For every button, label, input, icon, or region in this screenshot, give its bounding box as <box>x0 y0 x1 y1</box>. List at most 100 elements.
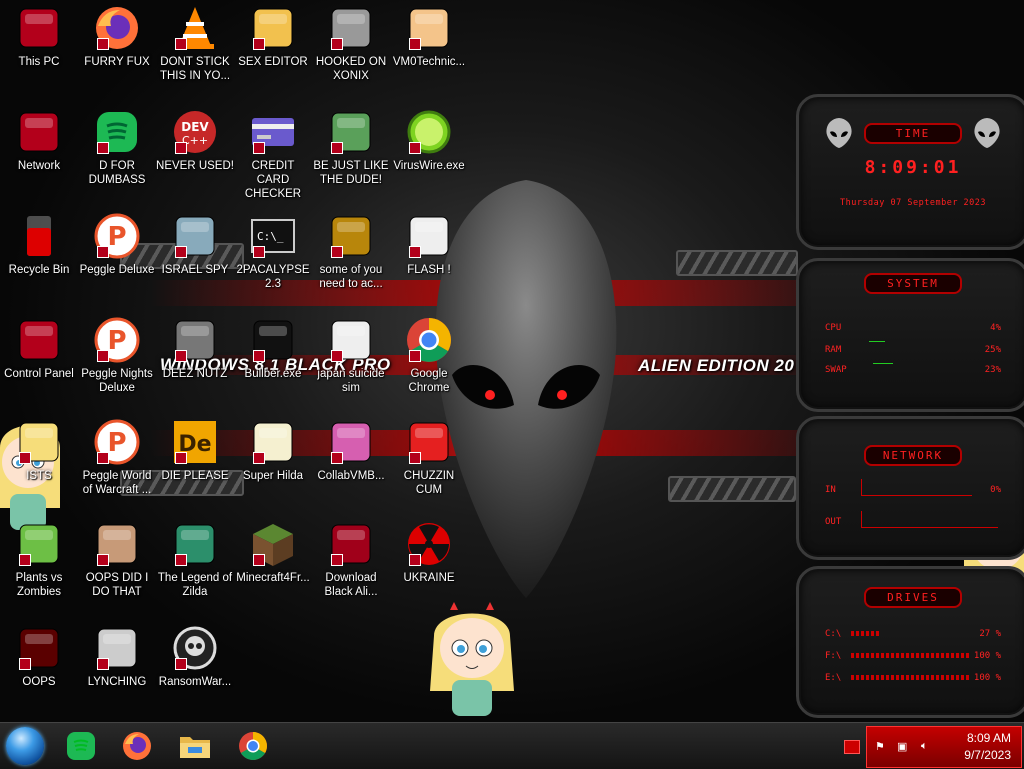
taskbar-firefox-button[interactable] <box>118 728 156 764</box>
desktop-icon[interactable]: ISTS <box>0 418 78 483</box>
desktop-icon[interactable]: CHUZZIN CUM <box>390 418 468 497</box>
desktop-icon-label: DIE PLEASE <box>161 470 229 482</box>
tray-overflow-icon[interactable] <box>844 740 860 754</box>
shortcut-arrow-icon <box>175 246 187 258</box>
shortcut-arrow-icon <box>253 350 265 362</box>
desktop-icon[interactable]: LYNCHING <box>78 624 156 689</box>
desktop-icon-label: Network <box>17 160 61 172</box>
start-orb-icon[interactable] <box>6 727 44 765</box>
desktop-icon[interactable]: P Peggle Deluxe <box>78 212 156 277</box>
desktop-icon-label: Control Panel <box>4 368 74 380</box>
desktop-icon[interactable]: RansomWar... <box>156 624 234 689</box>
network-icon[interactable]: ▣ <box>897 740 911 754</box>
chuzzle-icon <box>405 418 453 466</box>
desktop-icon[interactable]: OOPS <box>0 624 78 689</box>
volume-icon[interactable]: 🔈︎ <box>921 740 935 754</box>
hxd-editor-icon <box>249 4 297 52</box>
desktop-icon[interactable]: De DIE PLEASE <box>156 418 234 483</box>
desktop-icon[interactable]: Google Chrome <box>390 316 468 395</box>
desktop-icon[interactable]: D FOR DUMBASS <box>78 108 156 187</box>
elf-character-icon <box>327 108 375 156</box>
radiation-icon <box>405 520 453 568</box>
shortcut-arrow-icon <box>175 350 187 362</box>
widget-clock-date: Thursday 07 September 2023 <box>839 198 987 208</box>
desktop-icon[interactable]: UKRAINE <box>390 520 468 585</box>
taskbar-spotify-button[interactable] <box>62 728 100 764</box>
desktop-icon[interactable]: Control Panel <box>0 316 78 381</box>
desktop-icon[interactable]: Network <box>0 108 78 173</box>
desktop-icon[interactable]: FURRY FUX <box>78 4 156 69</box>
desktop-icon[interactable]: P Peggle World of Warcraft ... <box>78 418 156 497</box>
row-value: 4% <box>990 323 1001 333</box>
peggle-icon: P <box>93 212 141 260</box>
desktop-icon[interactable]: Minecraft4Fr... <box>234 520 312 585</box>
peggle-icon: P <box>93 316 141 364</box>
desktop-icon-label: HOOKED ON XONIX <box>315 56 387 82</box>
desktop-icon[interactable]: some of you need to ac... <box>312 212 390 291</box>
shortcut-arrow-icon <box>97 246 109 258</box>
row-value: 100 % <box>973 673 1001 683</box>
pixel-file-icon <box>327 316 375 364</box>
wallpaper-metal-bar <box>676 250 798 276</box>
desktop-icon-label: Peggle Deluxe <box>79 264 155 276</box>
desktop-icon[interactable]: VM0Technic... <box>390 4 468 69</box>
row-label: IN <box>825 485 836 495</box>
desktop-icon[interactable]: C:\_ 2PACALYPSE 2.3 <box>234 212 312 291</box>
desktop-icon[interactable]: BE JUST LIKE THE DUDE! <box>312 108 390 187</box>
desktop-icon[interactable]: FLASH ! <box>390 212 468 277</box>
network-widget-title: NETWORK <box>864 445 962 466</box>
desktop-icon-label: Minecraft4Fr... <box>236 572 310 584</box>
row-label: CPU <box>825 323 842 333</box>
desktop-icon[interactable]: Plants vs Zombies <box>0 520 78 599</box>
tray-date: 9/7/2023 <box>964 748 1011 762</box>
shortcut-arrow-icon <box>409 452 421 464</box>
shortcut-arrow-icon <box>19 554 31 566</box>
desktop-icon-label: BE JUST LIKE THE DUDE! <box>313 160 389 186</box>
time-widget: TIME 8:09:01 Thursday 07 September 2023 <box>796 94 1024 250</box>
desktop-icon[interactable]: Bullber.exe <box>234 316 312 381</box>
desktop-icon[interactable]: CREDIT CARD CHECKER <box>234 108 312 201</box>
desktop-icon-label: 2PACALYPSE 2.3 <box>236 264 310 290</box>
shortcut-arrow-icon <box>175 38 187 50</box>
desktop-icon[interactable]: Recycle Bin <box>0 212 78 277</box>
desktop-icon[interactable]: P Peggle Nights Deluxe <box>78 316 156 395</box>
desktop-icon-label: Super Hilda <box>242 470 304 482</box>
desktop-icon[interactable]: VirusWire.exe <box>390 108 468 173</box>
desktop-icon[interactable]: DEV C++ NEVER USED! <box>156 108 234 173</box>
system-tray: ⚑ ▣ 🔈︎ 8:09 AM 9/7/2023 <box>866 726 1022 768</box>
desktop-icon[interactable]: DEEZ NUTZ <box>156 316 234 381</box>
desktop-icon-label: SEX EDITOR <box>238 56 308 68</box>
shortcut-arrow-icon <box>409 350 421 362</box>
desktop-icon[interactable]: The Legend of Zilda <box>156 520 234 599</box>
drive-e-usage-bar <box>851 675 971 680</box>
taskbar-chrome-button[interactable] <box>234 728 272 764</box>
desktop-icon[interactable]: HOOKED ON XONIX <box>312 4 390 83</box>
desktop-icon-label: japan suicide sim <box>317 368 385 394</box>
network-in-graph <box>861 479 972 496</box>
desktop-icon[interactable]: CollabVMB... <box>312 418 390 483</box>
desktop-icon[interactable]: OOPS DID I DO THAT <box>78 520 156 599</box>
desktop-icon-label: CHUZZIN CUM <box>403 470 455 496</box>
system-widget: SYSTEM CPU 4% RAM 25% SWAP 23% <box>796 258 1024 412</box>
spy-tool-icon <box>171 212 219 260</box>
flag-icon[interactable]: ⚑ <box>875 740 889 754</box>
peggle-icon: P <box>93 418 141 466</box>
alien-head-icon <box>826 118 852 148</box>
desktop-icon[interactable]: SEX EDITOR <box>234 4 312 69</box>
shortcut-arrow-icon <box>253 38 265 50</box>
taskbar-explorer-button[interactable] <box>176 728 214 764</box>
grass-block-icon <box>249 520 297 568</box>
desktop-icon[interactable]: Super Hilda <box>234 418 312 483</box>
desktop-icon[interactable]: DONT STICK THIS IN YO... <box>156 4 234 83</box>
desktop-icon[interactable]: ISRAEL SPY <box>156 212 234 277</box>
desktop-icon[interactable]: japan suicide sim <box>312 316 390 395</box>
shortcut-arrow-icon <box>331 350 343 362</box>
shortcut-arrow-icon <box>331 38 343 50</box>
wallpaper-metal-bar <box>668 476 796 502</box>
tray-clock[interactable]: 8:09 AM 9/7/2023 <box>964 730 1011 764</box>
row-value: 100 % <box>973 651 1001 661</box>
row-label: F:\ <box>825 651 842 661</box>
desktop-icon[interactable]: This PC <box>0 4 78 69</box>
desktop-icon[interactable]: Download Black Ali... <box>312 520 390 599</box>
tray-time: 8:09 AM <box>966 731 1011 745</box>
